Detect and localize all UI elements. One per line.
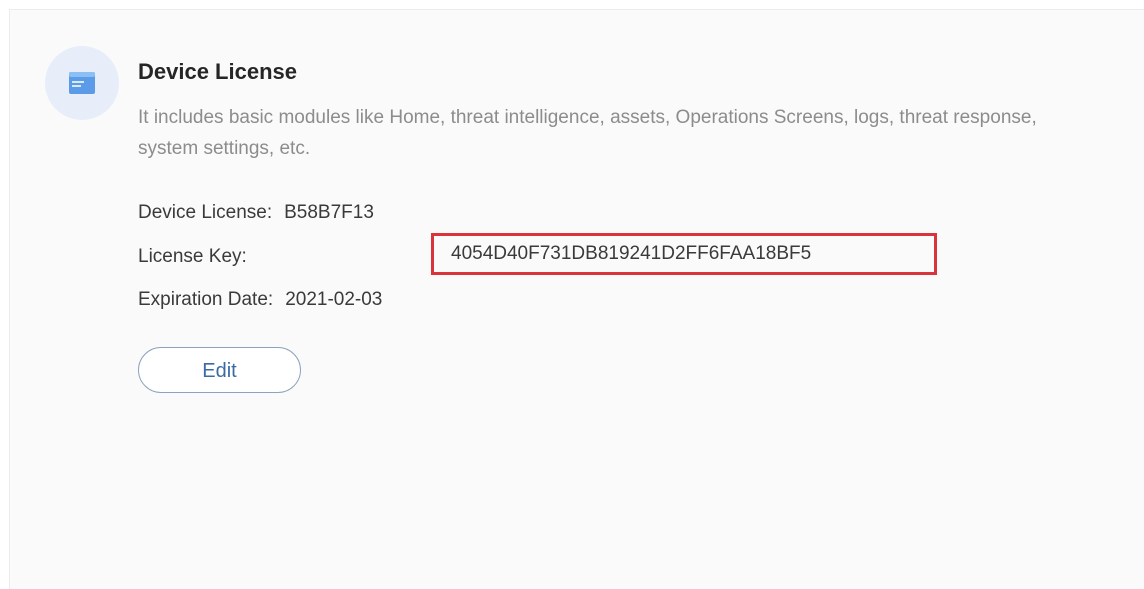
device-license-label: Device License: — [138, 202, 273, 223]
device-license-card: Device License It includes basic modules… — [9, 9, 1144, 589]
license-window-icon — [45, 46, 119, 120]
expiration-value: 2021-02-03 — [285, 289, 383, 310]
license-key-label: License Key: — [138, 246, 247, 267]
device-license-value: B58B7F13 — [284, 202, 374, 223]
expiration-label: Expiration Date: — [138, 289, 274, 310]
license-key-highlight: 4054D40F731DB819241D2FF6FAA18BF5 — [431, 233, 937, 275]
card-description: It includes basic modules like Home, thr… — [138, 107, 1037, 159]
license-key-value: 4054D40F731DB819241D2FF6FAA18BF5 — [451, 243, 812, 264]
license-key-row: License Key: 4054D40F731DB819241D2FF6FAA… — [138, 233, 937, 275]
expiration-row: Expiration Date: 2021-02-03 — [138, 289, 382, 311]
edit-button[interactable]: Edit — [138, 347, 301, 393]
device-license-row: Device License: B58B7F13 — [138, 202, 374, 224]
card-title: Device License — [138, 59, 297, 84]
